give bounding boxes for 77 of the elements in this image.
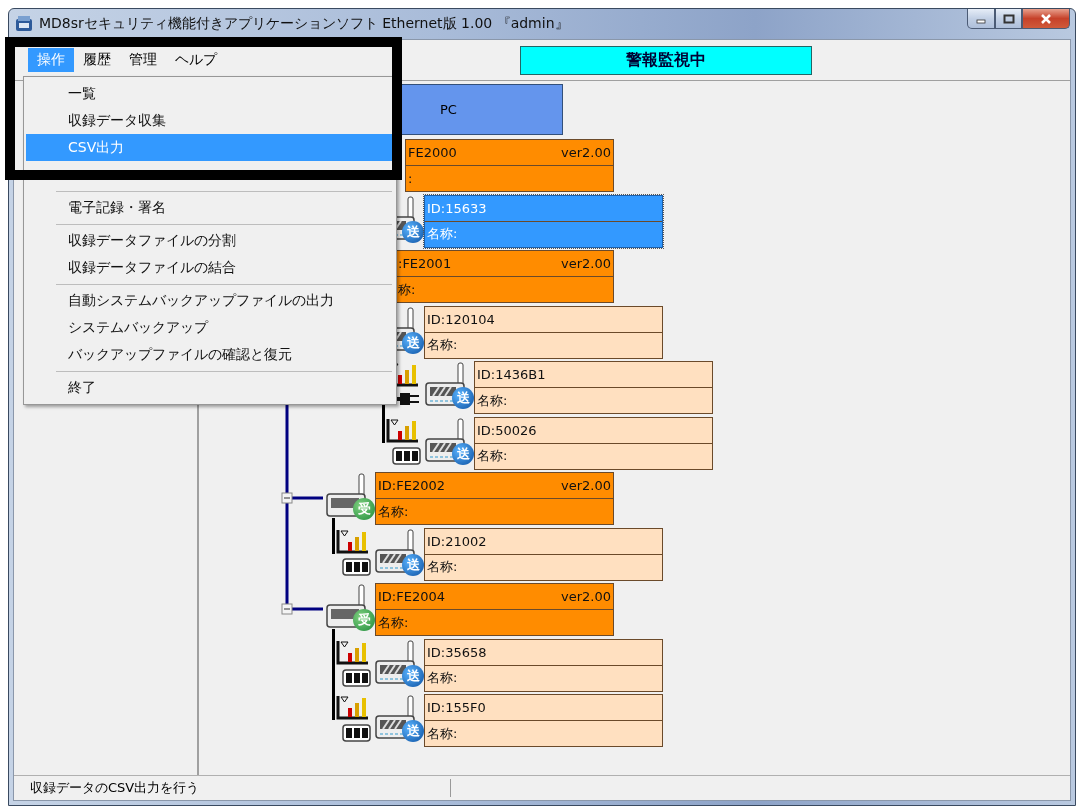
node-name: 名称:	[427, 336, 458, 354]
window-title: MD8srセキュリティ機能付きアプリケーションソフト Ethernet版 1.00 『admin』	[39, 15, 570, 33]
menu-item[interactable]: 電子記録・署名	[26, 194, 394, 221]
gateway-node[interactable]: ID:FE2004 ver2.00 名称:	[375, 583, 614, 636]
battery-icon	[392, 445, 422, 466]
mode-mark: 受	[353, 498, 375, 520]
mode-mark: 送	[402, 720, 424, 742]
node-id: ID:15633	[427, 200, 487, 216]
menu-title[interactable]: 管理	[120, 48, 166, 72]
battery-icon	[342, 556, 372, 577]
sensor-node[interactable]: ID:155F0 名称:	[424, 694, 663, 747]
gateway-node[interactable]: :FE2001 ver2.00 称:	[395, 250, 614, 303]
node-name: 名称:	[427, 225, 458, 243]
alarm-monitoring-banner: 警報監視中	[520, 45, 812, 75]
maximize-icon	[1002, 13, 1015, 24]
node-version: ver2.00	[561, 478, 611, 493]
maximize-button[interactable]	[995, 9, 1022, 29]
node-name: 称:	[398, 280, 416, 299]
node-id: ID:50026	[477, 422, 537, 438]
status-text: 収録データのCSV出力を行う	[14, 779, 451, 797]
menu-item[interactable]: 収録データファイルの結合	[26, 254, 394, 281]
signal-strength-icon	[336, 694, 370, 720]
node-id: :FE2001	[398, 256, 452, 271]
node-id: ID:21002	[427, 533, 487, 549]
close-button[interactable]	[1022, 9, 1070, 29]
node-name: 名称:	[477, 447, 508, 465]
connector-line	[332, 518, 335, 554]
node-id: ID:155F0	[427, 700, 486, 715]
node-id: ID:1436B1	[477, 367, 546, 382]
menu-item[interactable]: 収録データ収集	[26, 107, 394, 134]
node-name: 名称:	[427, 558, 458, 576]
signal-strength-icon	[386, 416, 420, 443]
node-name: 名称:	[477, 391, 508, 410]
node-version: ver2.00	[561, 145, 611, 160]
node-name: 名称:	[427, 669, 458, 687]
close-icon	[1040, 12, 1052, 25]
mode-mark: 送	[402, 553, 424, 576]
gateway-node[interactable]: ID:FE2002 ver2.00 名称:	[375, 472, 614, 525]
sensor-node[interactable]: ID:35658 名称:	[424, 638, 663, 692]
node-id: ID:FE2004	[378, 589, 445, 604]
node-version: ver2.00	[561, 256, 611, 271]
mode-mark: 送	[402, 331, 424, 354]
sensor-node[interactable]: ID:50026 名称:	[474, 416, 713, 470]
node-name: :	[408, 171, 413, 186]
node-id: ID:35658	[427, 644, 487, 660]
mode-mark: 受	[353, 609, 375, 631]
sensor-node[interactable]: ID:21002 名称:	[424, 527, 663, 581]
minimize-button[interactable]	[967, 9, 995, 29]
node-version: ver2.00	[561, 589, 611, 604]
battery-icon	[342, 723, 372, 743]
node-name: 名称:	[378, 502, 409, 521]
menu-item[interactable]: システムバックアップ	[26, 314, 394, 341]
node-name: 名称:	[427, 724, 458, 743]
menu-item[interactable]: 終了	[26, 374, 394, 401]
mode-mark: 送	[452, 442, 474, 465]
mode-mark: 送	[402, 220, 424, 243]
mode-mark: 送	[402, 664, 424, 687]
battery-icon	[342, 667, 372, 688]
signal-strength-icon	[336, 527, 370, 554]
node-id: ID:FE2002	[378, 478, 445, 493]
menu-title[interactable]: 履歴	[74, 48, 120, 72]
menu-item[interactable]: 自動システムバックアップファイルの出力	[26, 287, 394, 314]
menu-title[interactable]: ヘルプ	[166, 48, 226, 72]
app-icon	[15, 15, 33, 33]
pc-label: PC	[440, 102, 457, 117]
sensor-node[interactable]: ID:1436B1 名称:	[474, 361, 713, 414]
menu-item[interactable]: バックアップファイルの確認と復元	[26, 341, 394, 368]
node-id: FE2000	[408, 145, 457, 160]
gateway-node[interactable]: FE2000 ver2.00 :	[405, 139, 614, 192]
mode-mark: 送	[452, 387, 474, 409]
menu-item[interactable]: 一覧	[26, 80, 394, 107]
node-name: 名称:	[378, 613, 409, 632]
sensor-node[interactable]: ID:120104 名称:	[424, 305, 663, 359]
connector-line	[382, 403, 385, 443]
menu-item[interactable]: 収録データファイルの分割	[26, 227, 394, 254]
node-id: ID:120104	[427, 311, 495, 327]
signal-strength-icon	[336, 638, 370, 665]
